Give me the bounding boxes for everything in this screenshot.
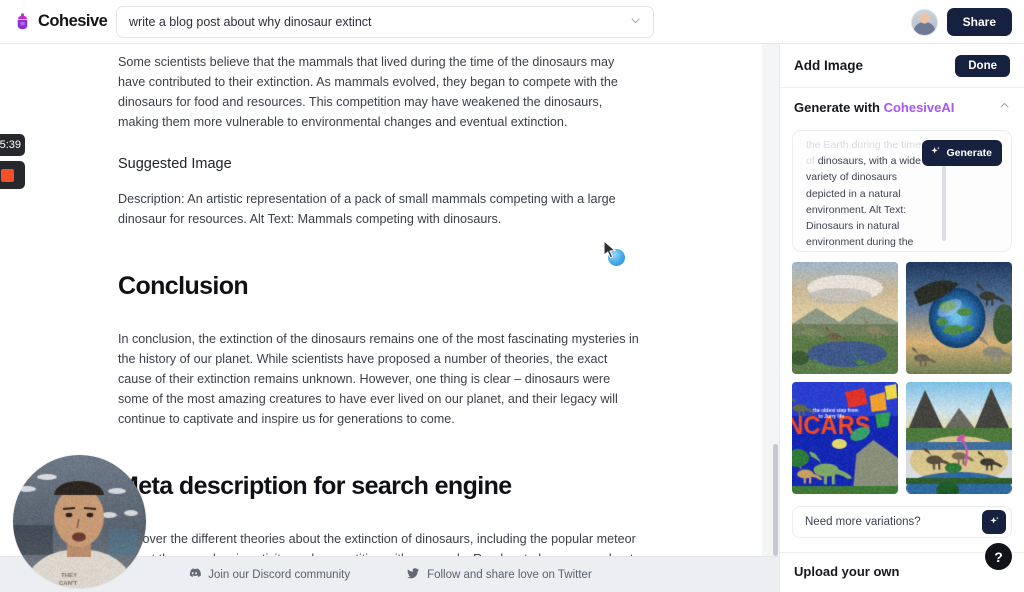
panel-title: Add Image	[794, 58, 863, 73]
paragraph-mammals: Some scientists believe that the mammals…	[118, 52, 644, 132]
help-button[interactable]: ?	[985, 543, 1012, 570]
top-bar-actions: Share	[911, 0, 1012, 44]
prompt-textarea[interactable]: the Earth during the time of dinosaurs, …	[806, 137, 924, 249]
discord-community-label: Join our Discord community	[208, 569, 350, 581]
twitter-icon	[406, 566, 420, 583]
thumbnail-dinosaur-valley-volcano[interactable]	[906, 382, 1012, 494]
brand-name: Cohesive	[38, 12, 107, 31]
thumbnail-dinosaur-landscape-sunset[interactable]	[792, 262, 898, 374]
paragraph-conclusion: In conclusion, the extinction of the din…	[118, 329, 644, 429]
add-image-panel: Add Image Done Generate with CohesiveAI …	[779, 44, 1024, 592]
sparkle-icon	[930, 146, 941, 160]
sparkle-icon	[989, 515, 1000, 530]
prompt-card[interactable]: the Earth during the time of dinosaurs, …	[792, 130, 1012, 252]
more-variations-button[interactable]	[982, 510, 1006, 534]
chevron-up-icon[interactable]	[999, 98, 1010, 116]
generate-button[interactable]: Generate	[922, 140, 1002, 166]
heading-suggested-image: Suggested Image	[118, 156, 644, 172]
avatar[interactable]	[911, 9, 938, 36]
discord-icon	[187, 566, 201, 583]
thumbnail-dinosaur-cars-poster[interactable]	[792, 382, 898, 494]
discord-community-link[interactable]: Join our Discord community	[187, 566, 350, 583]
heading-meta-description-text: Meta description for search engine	[118, 472, 512, 500]
twitter-label: Follow and share love on Twitter	[427, 569, 592, 581]
stop-recording-button[interactable]	[0, 161, 25, 189]
document-title-select[interactable]: write a blog post about why dinosaur ext…	[116, 6, 654, 38]
prompt-text: dinosaurs, with a wide variety of dinosa…	[806, 155, 921, 249]
more-variations-label: Need more variations?	[805, 516, 921, 528]
brand[interactable]: Cohesive	[0, 12, 106, 31]
paragraph-image-description: Description: An artistic representation …	[118, 189, 644, 229]
cohesive-logo-icon	[13, 12, 32, 31]
top-bar: Cohesive write a blog post about why din…	[0, 0, 1024, 44]
upload-your-own-label: Upload your own	[794, 564, 899, 579]
document-scrollbar[interactable]	[772, 44, 779, 592]
help-label: ?	[994, 549, 1003, 565]
webcam-self-view[interactable]	[13, 455, 146, 588]
recording-time-text: 5:39	[0, 139, 21, 151]
thumbnail-dinosaur-earth-globe[interactable]	[906, 262, 1012, 374]
done-button[interactable]: Done	[955, 55, 1010, 77]
generate-section-header[interactable]: Generate with CohesiveAI	[780, 88, 1024, 126]
generate-section-label-prefix: Generate with	[794, 100, 884, 115]
document-scrollbar-thumb[interactable]	[773, 444, 778, 556]
heading-conclusion-text: Conclusion	[118, 272, 248, 300]
generate-button-label: Generate	[946, 147, 992, 159]
generate-section-label-accent: CohesiveAI	[884, 100, 955, 115]
generate-section-title: Generate with CohesiveAI	[794, 100, 954, 115]
generated-thumbnails-grid	[792, 262, 1012, 494]
more-variations-row[interactable]: Need more variations?	[792, 506, 1012, 538]
heading-meta-description: Meta description for search engine	[118, 472, 512, 501]
document-title-text: write a blog post about why dinosaur ext…	[129, 15, 630, 29]
twitter-link[interactable]: Follow and share love on Twitter	[406, 566, 592, 583]
share-button[interactable]: Share	[947, 8, 1012, 36]
recording-timer: 5:39	[0, 134, 25, 156]
chevron-down-icon	[630, 13, 641, 31]
panel-header: Add Image Done	[780, 44, 1024, 88]
app-root: Cohesive write a blog post about why din…	[0, 0, 1024, 592]
stop-recording-icon	[1, 169, 14, 182]
heading-conclusion: Conclusion	[118, 272, 248, 301]
